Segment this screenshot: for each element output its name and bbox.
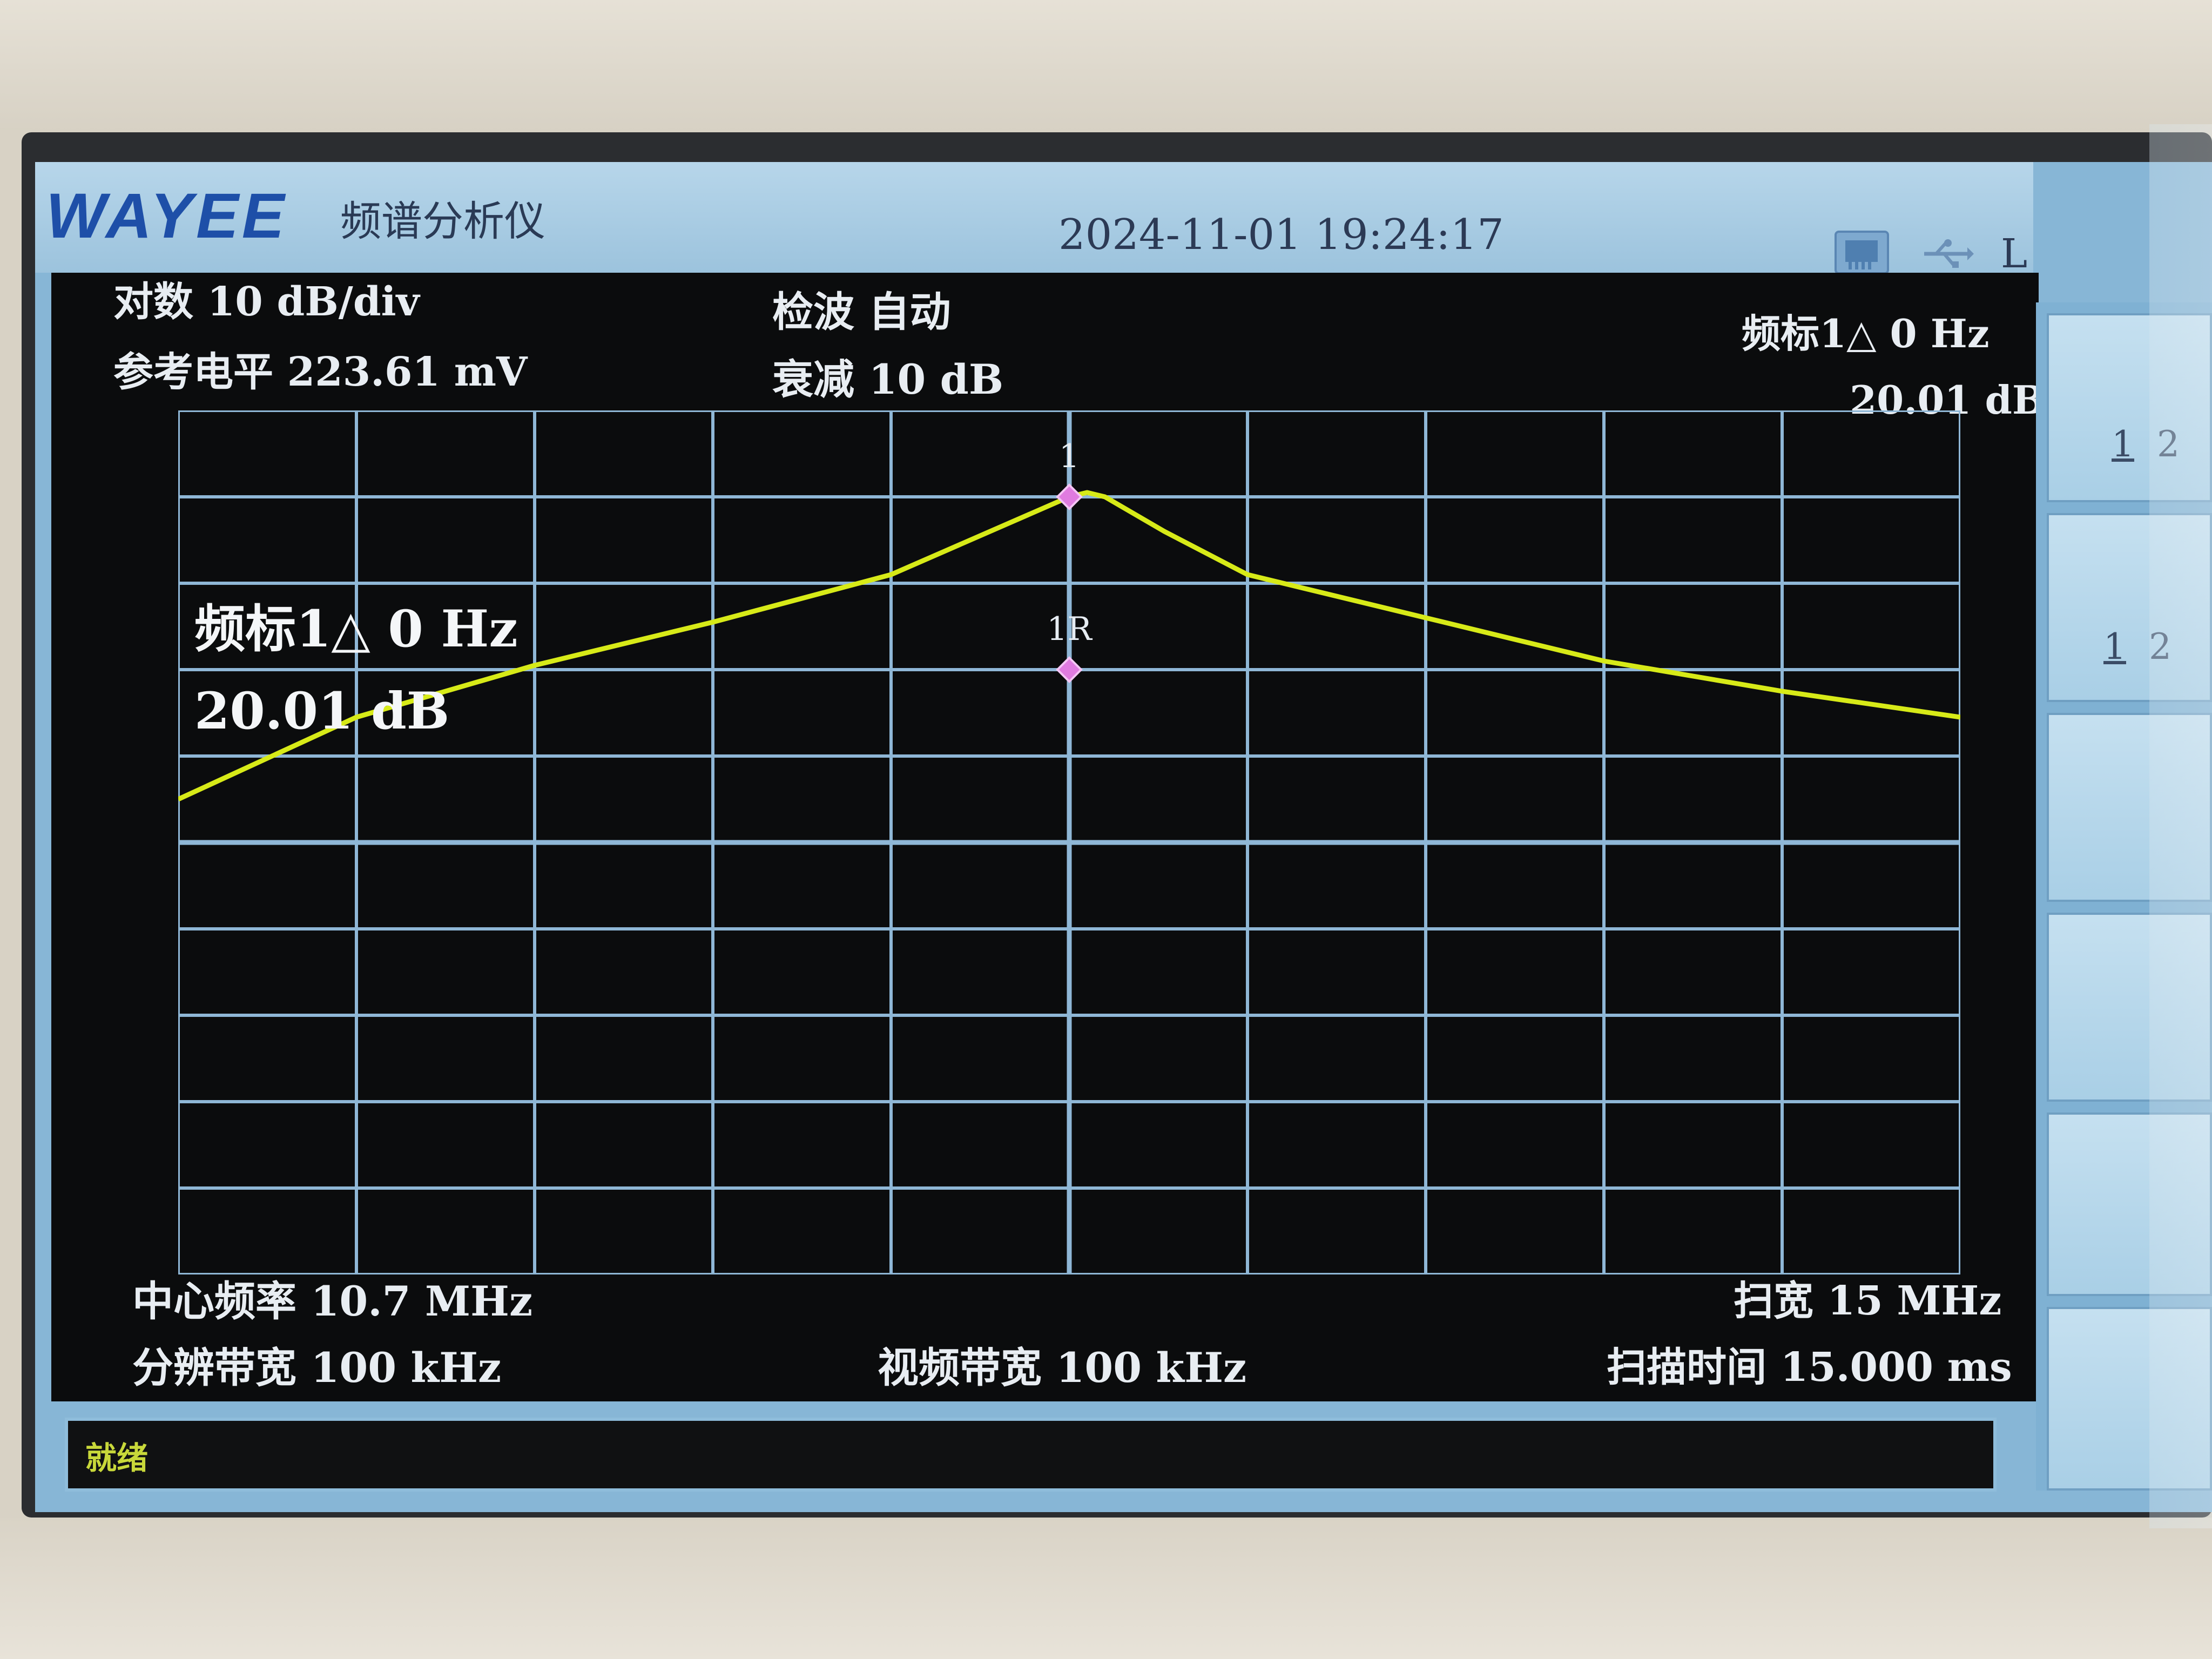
instrument-top-bezel bbox=[0, 0, 2212, 140]
marker-1r-diamond bbox=[1056, 656, 1083, 683]
screen-glare bbox=[2149, 124, 2212, 1528]
sweep-time-readout: 扫描时间 15.000 ms bbox=[1607, 1344, 2012, 1391]
detector-readout: 检波 自动 bbox=[772, 288, 951, 336]
marker-1-label: 1 bbox=[1059, 437, 1080, 475]
ref-level-readout: 参考电平 223.61 mV bbox=[113, 349, 528, 395]
app-title: 频谱分析仪 bbox=[340, 197, 545, 245]
marker-readout-line1: 频标1△ 0 Hz bbox=[194, 599, 518, 659]
datetime: 2024-11-01 19:24:17 bbox=[1058, 211, 1504, 259]
network-icon bbox=[1835, 231, 1889, 274]
spectrum-plot: 1 1R bbox=[178, 410, 1960, 1274]
status-text: 就绪 bbox=[85, 1440, 149, 1476]
marker-1r-label: 1R bbox=[1047, 610, 1092, 648]
marker-readout-line2: 20.01 dB bbox=[194, 682, 450, 741]
instrument-bottom-bezel bbox=[0, 1518, 2212, 1659]
attenuation-readout: 衰减 10 dB bbox=[772, 355, 1004, 403]
header-bar bbox=[35, 162, 2033, 273]
span-readout: 扫宽 15 MHz bbox=[1734, 1278, 2002, 1324]
status-bar bbox=[65, 1418, 1997, 1492]
center-frequency-readout: 中心频率 10.7 MHz bbox=[132, 1277, 533, 1325]
brand-logo: WAYEE bbox=[46, 180, 288, 252]
scale-readout: 对数 10 dB/div bbox=[113, 279, 420, 325]
marker-1-diamond bbox=[1056, 483, 1083, 510]
rbw-readout: 分辨带宽 100 kHz bbox=[132, 1344, 502, 1392]
usb-icon bbox=[1924, 239, 1974, 268]
marker-delta-label: 频标1△ 0 Hz bbox=[1742, 311, 1990, 356]
vbw-readout: 视频带宽 100 kHz bbox=[878, 1344, 1247, 1392]
